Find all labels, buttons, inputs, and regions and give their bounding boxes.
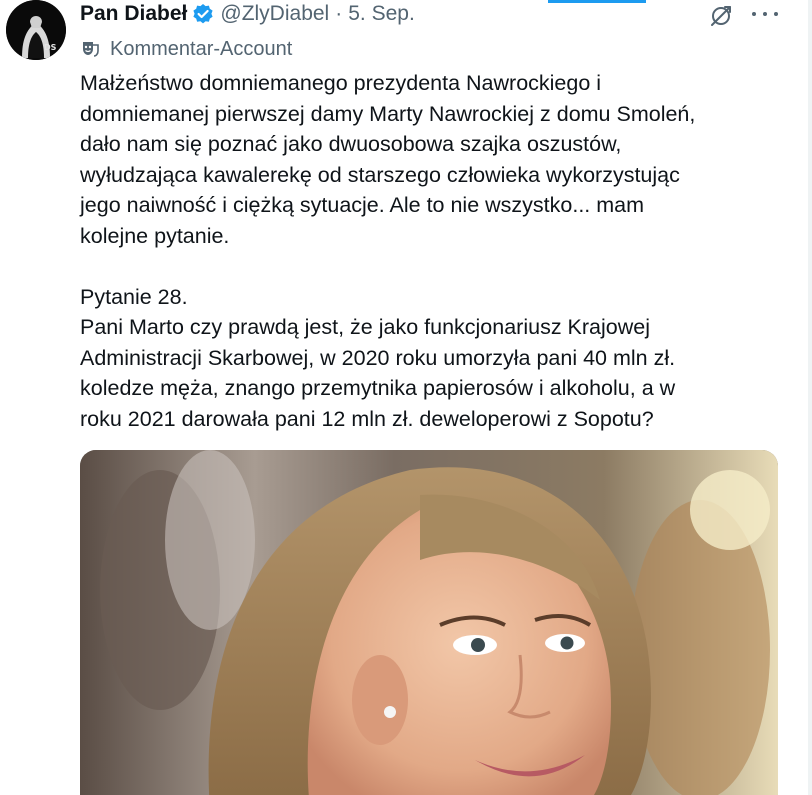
verified-badge-icon	[193, 4, 213, 24]
more-dot	[752, 12, 756, 16]
author-handle[interactable]: @ZlyDiabel	[220, 2, 329, 26]
avatar[interactable]: DS	[6, 0, 66, 60]
more-options-icon[interactable]	[752, 6, 778, 22]
grok-icon[interactable]	[708, 3, 734, 29]
more-dot	[774, 12, 778, 16]
more-dot	[763, 12, 767, 16]
author-name[interactable]: Pan Diabeł	[80, 2, 187, 26]
scroll-edge	[808, 0, 812, 795]
avatar-text: DS	[44, 43, 57, 52]
avatar-hooded-figure-icon: DS	[6, 0, 66, 60]
tweet-card: DS Pan Diabeł @ZlyDiabel · 5. Sep. Komme…	[0, 0, 812, 795]
account-label-row: Kommentar-Account	[80, 37, 292, 61]
tweet-text: Małżeństwo domniemanego prezydenta Nawro…	[80, 68, 780, 434]
theater-mask-icon	[83, 42, 99, 57]
tweet-date[interactable]: 5. Sep.	[348, 2, 415, 26]
account-label: Kommentar-Account	[110, 37, 293, 60]
separator-dot: ·	[335, 2, 343, 25]
tweet-header: Pan Diabeł @ZlyDiabel · 5. Sep.	[80, 2, 415, 26]
tweet-paragraph-1: Małżeństwo domniemanego prezydenta Nawro…	[80, 71, 696, 248]
top-accent-bar	[548, 0, 646, 3]
tweet-photo[interactable]	[80, 450, 778, 795]
tweet-paragraph-2: Pytanie 28. Pani Marto czy prawdą jest, …	[80, 284, 676, 431]
photo-woman-portrait	[80, 450, 778, 795]
